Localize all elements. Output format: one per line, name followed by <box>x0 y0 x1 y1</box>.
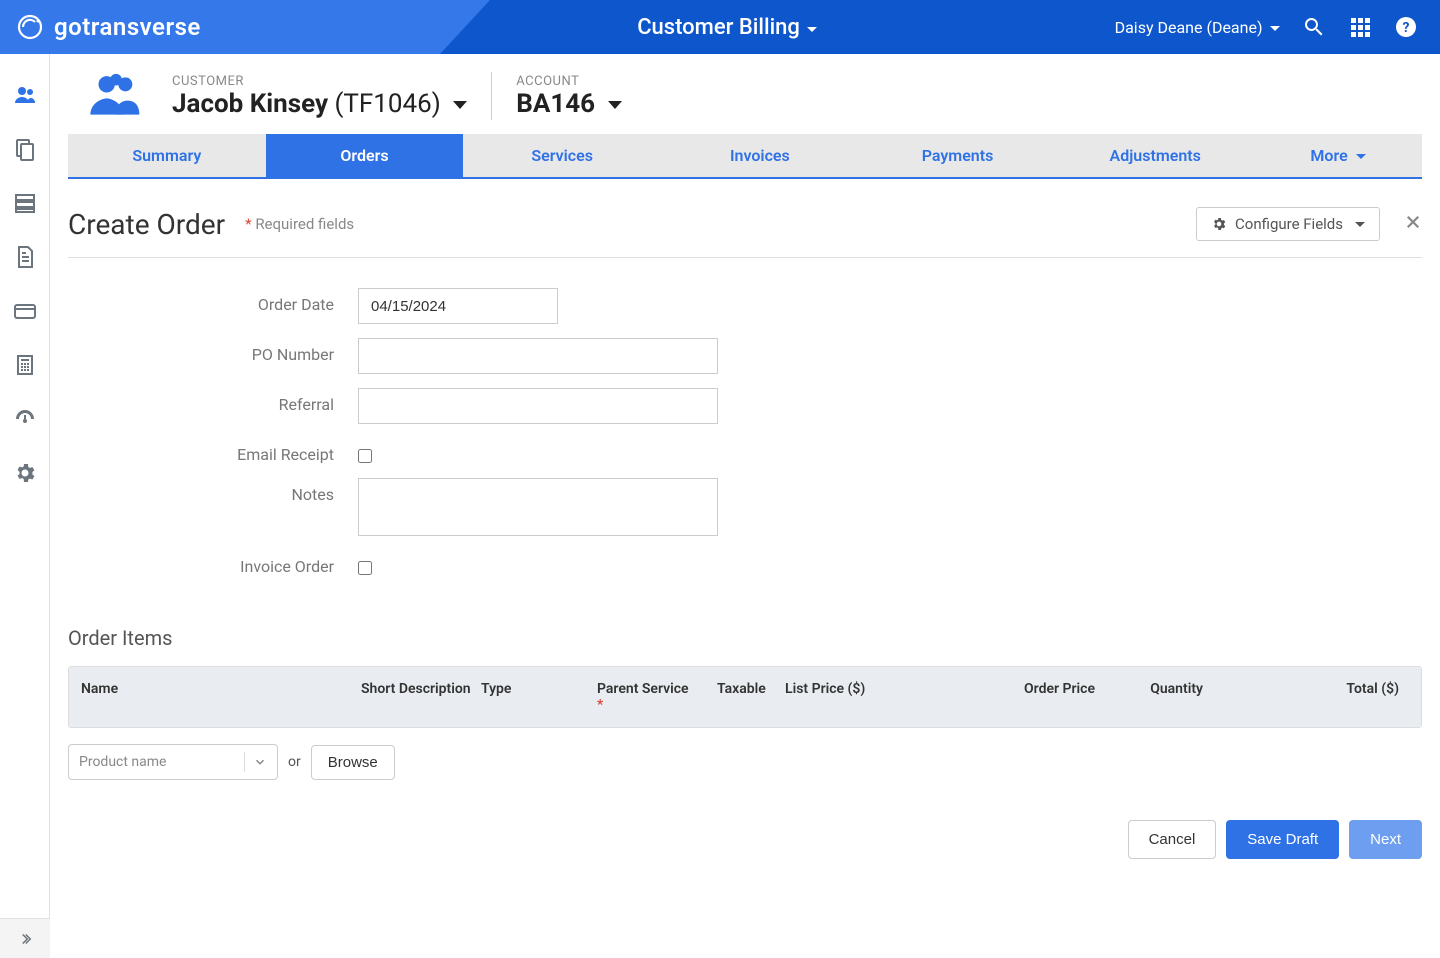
navbar-right: Daisy Deane (Deane) ? <box>1115 15 1440 39</box>
col-type: Type <box>481 681 597 713</box>
account-value: BA146 <box>516 89 621 119</box>
chevron-down-icon <box>1356 154 1366 159</box>
chevron-down-icon <box>1270 26 1280 31</box>
sidebar-orders[interactable] <box>0 122 50 176</box>
col-orderprice: Order Price <box>995 681 1095 713</box>
customers-icon <box>88 68 144 124</box>
referral-label: Referral <box>68 388 358 414</box>
notes-textarea[interactable] <box>358 478 718 536</box>
product-add-row: Product name or Browse <box>68 744 1422 780</box>
divider <box>491 72 492 120</box>
divider <box>244 752 245 772</box>
customer-block[interactable]: CUSTOMER Jacob Kinsey (TF1046) <box>172 74 467 119</box>
invoice-order-checkbox[interactable] <box>358 561 372 575</box>
chevron-down-icon <box>253 755 267 769</box>
invoice-order-label: Invoice Order <box>68 550 358 576</box>
cancel-button[interactable]: Cancel <box>1128 820 1217 859</box>
sidebar-dashboard[interactable] <box>0 392 50 446</box>
product-name-select[interactable]: Product name <box>68 744 278 780</box>
left-sidebar <box>0 54 50 958</box>
apps-grid-icon[interactable] <box>1348 15 1372 39</box>
tab-services[interactable]: Services <box>463 134 661 177</box>
svg-text:?: ? <box>1403 20 1410 36</box>
brand-icon <box>16 13 44 41</box>
configure-fields-button[interactable]: Configure Fields <box>1196 207 1380 241</box>
gear-icon <box>1211 216 1227 232</box>
page-header: Create Order * Required fields Configure… <box>68 207 1422 258</box>
col-listprice: List Price ($) <box>785 681 995 713</box>
close-icon[interactable] <box>1404 213 1422 235</box>
product-placeholder: Product name <box>79 754 166 770</box>
col-taxable: Taxable <box>717 681 785 713</box>
chevron-down-icon <box>453 101 467 109</box>
tab-orders[interactable]: Orders <box>266 134 464 177</box>
order-date-input[interactable] <box>358 288 558 324</box>
account-header: CUSTOMER Jacob Kinsey (TF1046) ACCOUNT B… <box>68 68 1422 124</box>
sidebar-payments[interactable] <box>0 284 50 338</box>
brand-area: gotransverse <box>0 0 440 54</box>
po-number-input[interactable] <box>358 338 718 374</box>
order-date-label: Order Date <box>68 288 358 314</box>
tab-adjustments[interactable]: Adjustments <box>1056 134 1254 177</box>
brand-logo[interactable]: gotransverse <box>16 13 201 41</box>
sidebar-calculator[interactable] <box>0 338 50 392</box>
order-form: Order Date PO Number Referral Email Rece… <box>68 288 748 576</box>
col-parent: Parent Service* <box>597 681 717 713</box>
order-items-title: Order Items <box>68 626 1422 650</box>
chevron-down-icon <box>608 101 622 109</box>
user-menu[interactable]: Daisy Deane (Deane) <box>1115 18 1280 37</box>
sidebar-servers[interactable] <box>0 176 50 230</box>
or-text: or <box>288 754 301 770</box>
customer-value: Jacob Kinsey (TF1046) <box>172 89 467 119</box>
order-items-table: Name Short Description Type Parent Servi… <box>68 666 1422 728</box>
page-title: Create Order <box>68 208 225 241</box>
top-navbar: gotransverse Customer Billing Daisy Dean… <box>0 0 1440 54</box>
next-button[interactable]: Next <box>1349 820 1422 859</box>
account-label: ACCOUNT <box>516 74 621 89</box>
chevron-down-icon <box>1355 222 1365 227</box>
help-icon[interactable]: ? <box>1394 15 1418 39</box>
email-receipt-label: Email Receipt <box>68 438 358 464</box>
tab-summary[interactable]: Summary <box>68 134 266 177</box>
customer-tabs: Summary Orders Services Invoices Payment… <box>68 134 1422 179</box>
sidebar-settings[interactable] <box>0 446 50 500</box>
order-items-header: Name Short Description Type Parent Servi… <box>69 667 1421 727</box>
col-qty: Quantity <box>1095 681 1203 713</box>
col-desc: Short Description <box>361 681 481 713</box>
account-block[interactable]: ACCOUNT BA146 <box>516 74 621 119</box>
po-number-label: PO Number <box>68 338 358 364</box>
email-receipt-checkbox[interactable] <box>358 449 372 463</box>
search-icon[interactable] <box>1302 15 1326 39</box>
tab-invoices[interactable]: Invoices <box>661 134 859 177</box>
brand-text: gotransverse <box>54 13 201 41</box>
col-name: Name <box>81 681 361 713</box>
notes-label: Notes <box>68 478 358 504</box>
customer-label: CUSTOMER <box>172 74 467 89</box>
sidebar-documents[interactable] <box>0 230 50 284</box>
main-content: CUSTOMER Jacob Kinsey (TF1046) ACCOUNT B… <box>50 54 1440 958</box>
referral-input[interactable] <box>358 388 718 424</box>
save-draft-button[interactable]: Save Draft <box>1226 820 1339 859</box>
col-total: Total ($) <box>1203 681 1409 713</box>
navbar-title: Customer Billing <box>637 15 800 40</box>
sidebar-customers[interactable] <box>0 68 50 122</box>
navbar-title-area[interactable]: Customer Billing <box>390 15 1065 40</box>
footer-buttons: Cancel Save Draft Next <box>68 820 1422 859</box>
user-name: Daisy Deane (Deane) <box>1115 18 1263 37</box>
required-note: * Required fields <box>245 215 354 233</box>
browse-button[interactable]: Browse <box>311 745 395 780</box>
tab-payments[interactable]: Payments <box>859 134 1057 177</box>
chevron-down-icon <box>807 27 817 32</box>
sidebar-expand[interactable] <box>0 918 50 958</box>
tab-more[interactable]: More <box>1254 134 1422 177</box>
